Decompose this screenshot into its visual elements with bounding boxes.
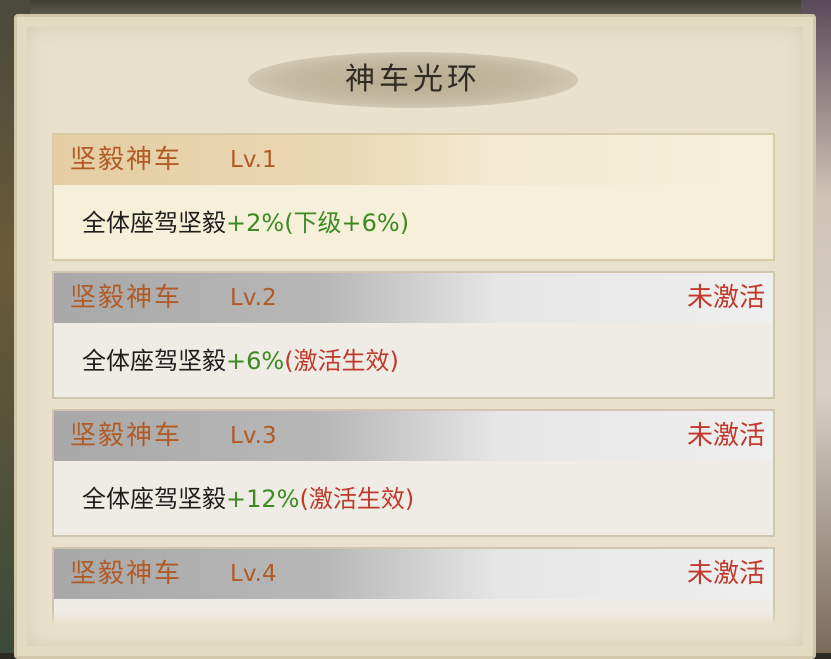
status-badge: 未激活 xyxy=(686,559,765,589)
aura-name: 坚毅神车 xyxy=(70,559,183,589)
aura-effect: 全体座驾坚毅+2%(下级+6%) xyxy=(82,203,409,243)
effect-note: (激活生效) xyxy=(299,485,415,513)
effect-note: (激活生效) xyxy=(284,347,399,375)
aura-effect: 全体座驾坚毅+6%(激活生效) xyxy=(82,341,399,381)
aura-name: 坚毅神车 xyxy=(70,145,183,175)
effect-label: 全体座驾坚毅 xyxy=(82,485,226,513)
aura-level: Lv.4 xyxy=(230,561,277,587)
effect-value: +12% xyxy=(226,485,300,513)
status-badge: 未激活 xyxy=(686,283,765,313)
aura-card-level-1: 坚毅神车 Lv.1 全体座驾坚毅+2%(下级+6%) xyxy=(52,133,775,261)
card-header: 坚毅神车 Lv.3 未激活 xyxy=(54,411,773,461)
aura-level-list[interactable]: 坚毅神车 Lv.1 全体座驾坚毅+2%(下级+6%) 坚毅神车 Lv.2 未激活… xyxy=(52,133,775,625)
aura-level: Lv.2 xyxy=(230,285,277,311)
aura-card-level-2: 坚毅神车 Lv.2 未激活 全体座驾坚毅+6%(激活生效) xyxy=(52,271,775,399)
aura-level: Lv.3 xyxy=(230,423,277,449)
status-badge: 未激活 xyxy=(686,421,765,451)
effect-value: +2% xyxy=(226,209,285,237)
effect-value: +6% xyxy=(226,347,285,375)
card-header: 坚毅神车 Lv.1 xyxy=(54,135,773,185)
aura-name: 坚毅神车 xyxy=(70,421,183,451)
card-header: 坚毅神车 Lv.4 未激活 xyxy=(54,549,773,599)
panel-title: 神车光环 xyxy=(345,62,481,97)
aura-card-level-3: 坚毅神车 Lv.3 未激活 全体座驾坚毅+12%(激活生效) xyxy=(52,409,775,537)
effect-label: 全体座驾坚毅 xyxy=(82,209,226,237)
card-header: 坚毅神车 Lv.2 未激活 xyxy=(54,273,773,323)
aura-level: Lv.1 xyxy=(230,147,277,173)
effect-note: (下级+6%) xyxy=(284,209,410,237)
effect-label: 全体座驾坚毅 xyxy=(82,347,226,375)
aura-name: 坚毅神车 xyxy=(70,283,183,313)
aura-effect: 全体座驾坚毅+12%(激活生效) xyxy=(82,479,414,519)
list-fade xyxy=(52,611,775,625)
